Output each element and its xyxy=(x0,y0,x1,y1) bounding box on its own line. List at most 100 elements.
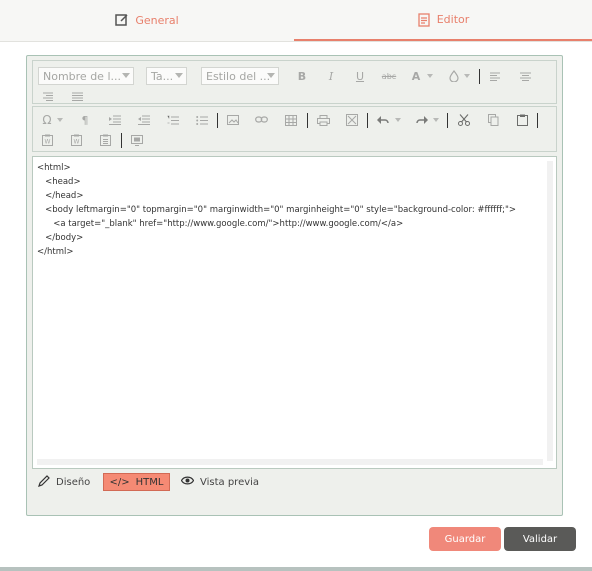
toolbar-separator xyxy=(367,113,368,128)
background-color-button[interactable] xyxy=(447,68,461,84)
svg-text:W: W xyxy=(73,139,79,146)
print-icon xyxy=(316,114,330,126)
preview-button[interactable] xyxy=(130,132,144,148)
justify-icon xyxy=(71,92,83,101)
chevron-down-icon xyxy=(175,73,183,78)
code-icon: </> xyxy=(109,476,130,488)
font-name-select[interactable]: Nombre de l... xyxy=(38,67,134,85)
code-line: </head> xyxy=(37,191,84,201)
pilcrow-icon: ¶ xyxy=(81,113,89,127)
redo-icon xyxy=(416,116,428,124)
preview-mode-button[interactable]: Vista previa xyxy=(175,473,265,491)
align-left-icon xyxy=(489,72,500,81)
format-toolbar: Nombre de l... Ta... Estilo del ... B I … xyxy=(32,60,557,104)
chevron-down-icon xyxy=(122,73,130,78)
italic-button[interactable]: I xyxy=(324,68,338,84)
eye-icon xyxy=(180,476,195,488)
insert-toolbar: Ω ¶ W W xyxy=(32,106,557,152)
vertical-scrollbar[interactable] xyxy=(547,161,553,461)
validate-button[interactable]: Validar xyxy=(504,527,576,551)
fullscreen-button[interactable] xyxy=(345,112,359,128)
align-center-button[interactable] xyxy=(518,68,532,84)
special-char-button[interactable]: Ω xyxy=(40,112,54,128)
fullscreen-icon xyxy=(346,114,358,126)
insert-table-button[interactable] xyxy=(284,112,298,128)
font-color-button[interactable]: A xyxy=(409,68,423,84)
toolbar-separator xyxy=(479,69,480,84)
omega-icon: Ω xyxy=(42,113,52,127)
toolbar-separator xyxy=(537,113,538,128)
link-icon xyxy=(255,116,268,123)
code-line: </body> xyxy=(37,233,84,243)
monitor-icon xyxy=(131,134,143,146)
strikethrough-button[interactable]: abc xyxy=(379,68,399,84)
paste-word-clean-icon: W xyxy=(70,134,82,146)
html-source-editor[interactable]: <html> <head> </head> <body leftmargin="… xyxy=(32,156,557,469)
code-line: </html> xyxy=(37,247,74,257)
table-icon xyxy=(285,114,297,126)
indent-button[interactable] xyxy=(108,112,122,128)
edit-icon xyxy=(115,13,129,27)
underline-button[interactable]: U xyxy=(353,68,367,84)
insert-link-button[interactable] xyxy=(255,112,269,128)
paragraph-button[interactable]: ¶ xyxy=(78,112,92,128)
code-text[interactable]: <html> <head> </head> <body leftmargin="… xyxy=(37,161,543,459)
design-mode-button[interactable]: Diseño xyxy=(32,473,96,491)
outdent-icon xyxy=(138,115,150,125)
toolbar-separator xyxy=(121,133,122,148)
align-left-button[interactable] xyxy=(488,68,502,84)
align-right-icon xyxy=(42,92,53,101)
chevron-down-icon xyxy=(427,74,433,78)
paste-text-icon xyxy=(99,134,111,146)
paste-button[interactable] xyxy=(515,112,529,128)
clipboard-icon xyxy=(516,114,528,126)
justify-button[interactable] xyxy=(70,88,84,104)
style-placeholder: Estilo del ... xyxy=(206,69,271,83)
cut-button[interactable] xyxy=(457,112,471,128)
html-mode-button[interactable]: </> HTML xyxy=(103,473,170,491)
indent-icon xyxy=(109,115,121,125)
undo-button[interactable] xyxy=(376,112,390,128)
bold-button[interactable]: B xyxy=(295,68,309,84)
horizontal-scrollbar[interactable] xyxy=(37,459,543,465)
tab-general-label: General xyxy=(135,13,179,27)
chevron-down-icon xyxy=(395,118,401,122)
code-line: <html> xyxy=(37,163,71,173)
toolbar-separator xyxy=(307,113,308,128)
paste-text-button[interactable] xyxy=(98,132,112,148)
align-center-icon xyxy=(519,72,531,81)
print-button[interactable] xyxy=(316,112,330,128)
ordered-list-button[interactable] xyxy=(166,112,180,128)
chevron-down-icon xyxy=(433,118,439,122)
style-select[interactable]: Estilo del ... xyxy=(201,67,279,85)
document-icon xyxy=(417,12,431,27)
preview-mode-label: Vista previa xyxy=(200,476,260,488)
save-button[interactable]: Guardar xyxy=(429,527,501,551)
drop-icon xyxy=(449,70,459,82)
editor-mode-bar: Diseño </> HTML Vista previa xyxy=(32,473,557,493)
toolbar-separator xyxy=(447,113,448,128)
chevron-down-icon xyxy=(267,73,275,78)
scissors-icon xyxy=(458,114,470,126)
paste-word-clean-button[interactable]: W xyxy=(69,132,83,148)
font-size-placeholder: Ta... xyxy=(151,69,174,83)
align-right-button[interactable] xyxy=(40,88,54,104)
copy-button[interactable] xyxy=(486,112,500,128)
copy-icon xyxy=(487,114,498,126)
outdent-button[interactable] xyxy=(137,112,151,128)
paste-word-button[interactable]: W xyxy=(40,132,54,148)
tab-editor[interactable]: Editor xyxy=(294,0,592,41)
chevron-down-icon xyxy=(57,118,63,122)
bullet-list-button[interactable] xyxy=(195,112,209,128)
code-line: <body leftmargin="0" topmargin="0" margi… xyxy=(37,205,516,215)
bullet-list-icon xyxy=(196,115,208,125)
tab-general[interactable]: General xyxy=(0,0,294,40)
redo-button[interactable] xyxy=(415,112,429,128)
tab-editor-label: Editor xyxy=(436,13,470,26)
paste-word-icon: W xyxy=(41,134,53,146)
insert-image-button[interactable] xyxy=(226,112,240,128)
code-line: <a target="_blank" href="http://www.goog… xyxy=(37,219,404,229)
ordered-list-icon xyxy=(167,115,179,124)
design-mode-label: Diseño xyxy=(56,476,91,488)
font-size-select[interactable]: Ta... xyxy=(146,67,187,85)
